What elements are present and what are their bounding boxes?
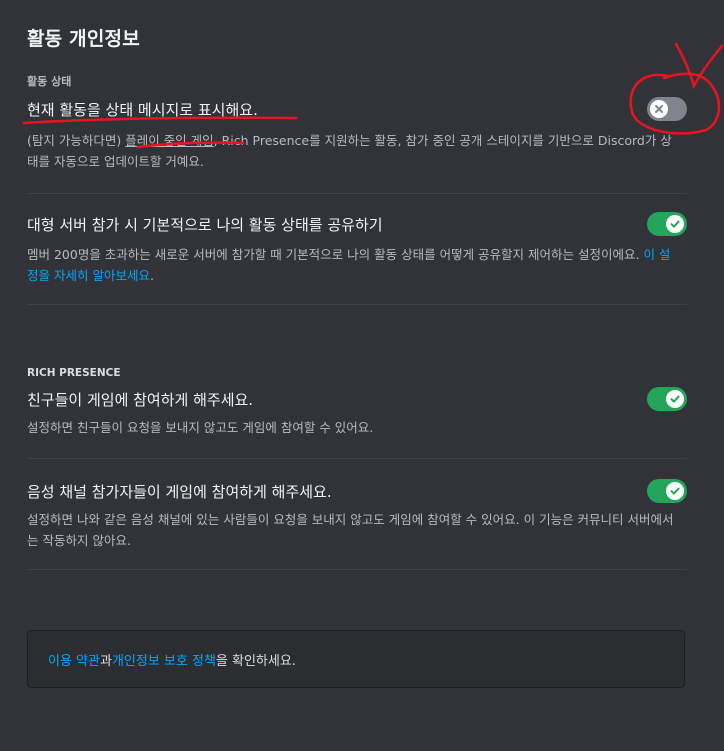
voice-join-setting: 음성 채널 참가자들이 게임에 참여하게 해주세요. 설정하면 나와 같은 음성… bbox=[27, 479, 687, 551]
divider bbox=[27, 304, 687, 305]
close-icon bbox=[655, 105, 663, 113]
page-title: 활동 개인정보 bbox=[27, 28, 140, 50]
friends-join-description: 설정하면 친구들이 요청을 보내지 않고도 게임에 참여할 수 있어요. bbox=[27, 420, 374, 435]
activity-status-description: (탐지 가능하다면) 플레이 중인 게임, Rich Presence를 지원하… bbox=[27, 133, 672, 169]
share-activity-description: 멤버 200명을 초과하는 새로운 서버에 참가할 때 기본적으로 나의 활동 … bbox=[27, 247, 671, 283]
check-icon bbox=[670, 220, 680, 228]
activity-privacy-page: 활동 개인정보 활동 상태 현재 활동을 상태 메시지로 표시해요. (탐지 가… bbox=[0, 0, 724, 751]
activity-status-setting: 활동 상태 현재 활동을 상태 메시지로 표시해요. (탐지 가능하다면) 플레… bbox=[27, 73, 687, 172]
voice-join-title: 음성 채널 참가자들이 게임에 참여하게 해주세요. bbox=[27, 482, 332, 501]
divider bbox=[27, 569, 687, 570]
friends-join-setting: 친구들이 게임에 참여하게 해주세요. 설정하면 친구들이 요청을 보내지 않고… bbox=[27, 387, 687, 438]
check-icon bbox=[670, 395, 680, 403]
share-activity-setting: 대형 서버 참가 시 기본적으로 나의 활동 상태를 공유하기 멤버 200명을… bbox=[27, 212, 687, 286]
friends-join-title: 친구들이 게임에 참여하게 해주세요. bbox=[27, 390, 254, 409]
check-icon bbox=[670, 487, 680, 495]
toggle-knob bbox=[666, 482, 684, 500]
toggle-knob bbox=[666, 215, 684, 233]
rich-presence-header: RICH PRESENCE bbox=[27, 367, 121, 379]
divider bbox=[27, 458, 687, 459]
share-activity-toggle[interactable] bbox=[647, 212, 687, 236]
share-activity-title: 대형 서버 참가 시 기본적으로 나의 활동 상태를 공유하기 bbox=[27, 215, 383, 234]
activity-status-title: 현재 활동을 상태 메시지로 표시해요. bbox=[27, 100, 258, 119]
friends-join-toggle[interactable] bbox=[647, 387, 687, 411]
divider bbox=[27, 193, 687, 194]
played-games-link[interactable]: 플레이 중인 게임 bbox=[125, 133, 213, 148]
voice-join-toggle[interactable] bbox=[647, 479, 687, 503]
terms-of-service-link[interactable]: 이용 약관 bbox=[48, 650, 100, 669]
voice-join-description: 설정하면 나와 같은 음성 채널에 있는 사람들이 요청을 보내지 않고도 게임… bbox=[27, 512, 674, 548]
activity-status-header: 활동 상태 bbox=[27, 75, 72, 88]
toggle-knob bbox=[666, 390, 684, 408]
terms-notice: 이용 약관 과 개인정보 보호 정책 을 확인하세요. bbox=[27, 630, 685, 688]
privacy-policy-link[interactable]: 개인정보 보호 정책 bbox=[112, 650, 216, 669]
activity-status-toggle[interactable] bbox=[647, 97, 687, 121]
toggle-knob bbox=[650, 100, 668, 118]
